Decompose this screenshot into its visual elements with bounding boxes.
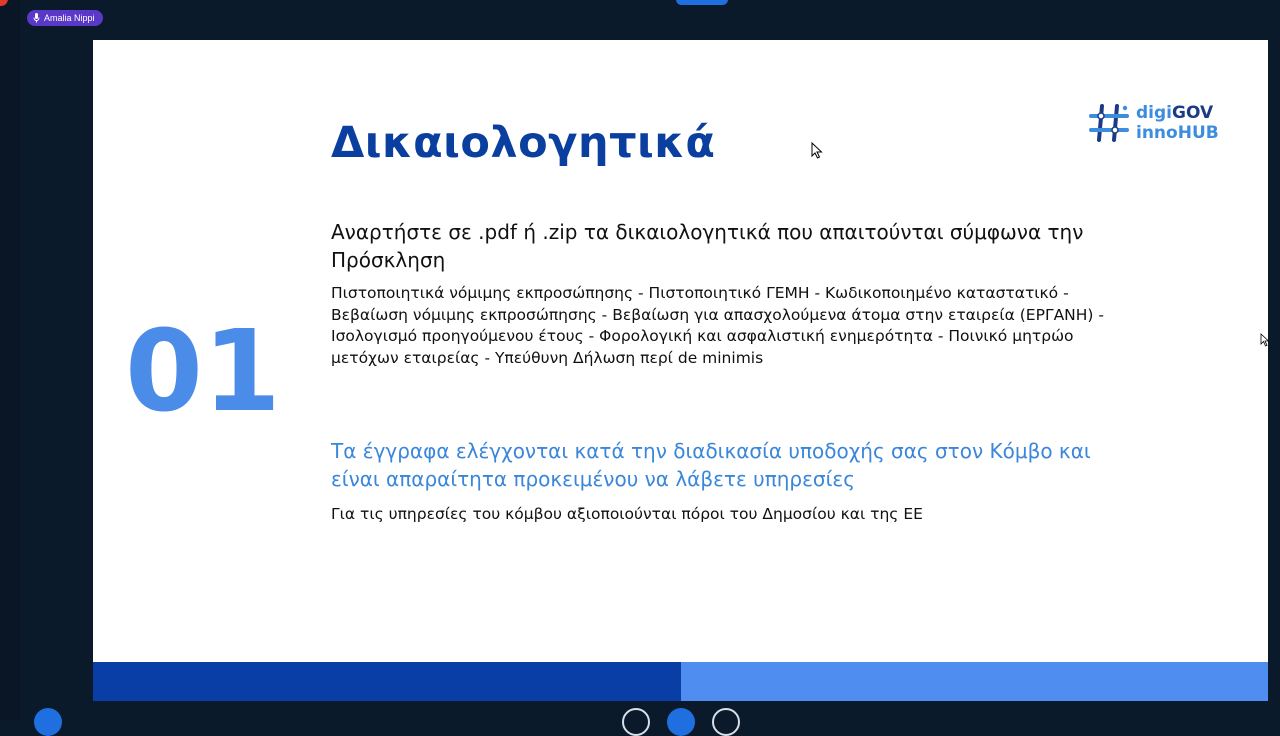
pointer-edge-icon [1260, 333, 1270, 347]
hashtag-logo-icon [1089, 104, 1129, 142]
logo-text-digi: digi [1136, 103, 1172, 123]
control-button[interactable] [34, 708, 62, 736]
left-rail [0, 0, 20, 720]
section-number: 01 [125, 307, 281, 437]
footer-bar-dark [93, 662, 681, 701]
control-button[interactable] [622, 708, 650, 736]
logo-text-gov: GOV [1172, 103, 1214, 123]
verification-notice: Τα έγγραφα ελέγχονται κατά την διαδικασί… [331, 439, 1091, 491]
logo-text-innohub: innoHUB [1136, 123, 1219, 143]
upload-instruction: Αναρτήστε σε .pdf ή .zip τα δικαιολογητι… [331, 220, 1084, 272]
mouse-cursor-icon [811, 142, 823, 159]
active-speaker-badge: Amalia Nippi [27, 10, 103, 26]
funding-note: Για τις υπηρεσίες του κόμβου αξιοποιούντ… [331, 505, 923, 523]
footer-bar-light [681, 662, 1268, 701]
top-panel-handle[interactable] [676, 0, 728, 5]
required-documents-list: Πιστοποιητικά νόμιμης εκπροσώπησης - Πισ… [331, 284, 1104, 367]
presentation-slide: Δικαιολογητικά digiGOV innoHUB 01 Αναρτή… [93, 40, 1268, 701]
logo-wordmark: digiGOV innoHUB [1136, 103, 1219, 143]
slide-title: Δικαιολογητικά [331, 118, 716, 168]
control-button[interactable] [667, 708, 695, 736]
digigov-innohub-logo: digiGOV innoHUB [1088, 102, 1219, 144]
speaker-name: Amalia Nippi [44, 13, 95, 23]
control-button[interactable] [712, 708, 740, 736]
mic-icon [33, 13, 40, 23]
